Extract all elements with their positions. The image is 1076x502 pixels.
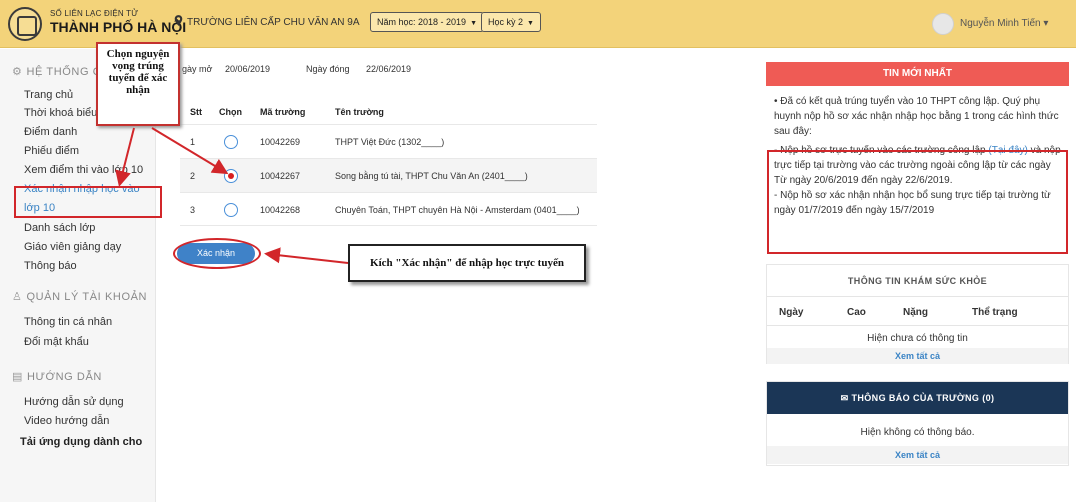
sidebar-section-guide: ▤ HƯỚNG DẪN [12,370,102,383]
health-col-weight: Nặng [903,307,928,318]
school-notice-count: (0) [982,393,995,403]
table-row: 2 10042267 Song bằng tú tài, THPT Chu Vă… [180,158,597,192]
school-notice-title: ✉ THÔNG BÁO CỦA TRƯỜNG (0) [767,382,1068,414]
sidebar-item-highlight [14,186,162,218]
table-row: 1 10042269 THPT Việt Đức (1302____) [180,124,597,158]
news-highlight [767,150,1068,254]
open-date-value: 20/06/2019 [225,64,271,74]
close-date-value: 22/06/2019 [366,64,412,74]
health-empty-text: Hiện chưa có thông tin [867,333,968,344]
health-info-title: THÔNG TIN KHÁM SỨC KHỎE [767,265,1068,297]
health-view-all-link[interactable]: Xem tất cả [767,348,1068,364]
sidebar-item-user-guide[interactable]: Hướng dẫn sử dụng [24,396,124,408]
sidebar-item-home[interactable]: Trang chủ [24,89,73,101]
news-intro: • Đã có kết quả trúng tuyển vào 10 THPT … [774,96,1059,137]
sidebar-item-timetable[interactable]: Thời khoá biểu [24,107,97,119]
notice-view-all-link[interactable]: Xem tất cả [767,446,1068,464]
health-col-condition: Thể trạng [972,307,1018,318]
sidebar-item-attendance[interactable]: Điểm danh [24,126,77,138]
row-school-name: Chuyên Toán, THPT chuyên Hà Nội - Amster… [335,205,580,215]
open-date-label: gày mở [182,64,213,74]
school-year-value: Năm học: 2018 - 2019 [377,17,467,27]
close-date-label: Ngày đóng [306,64,350,74]
sidebar-section-account: ♙ QUẢN LÝ TÀI KHOẢN [12,290,147,303]
city-logo-icon[interactable] [8,7,42,41]
arrow-to-confirm [264,247,349,264]
school-choice-radio[interactable] [224,203,238,217]
top-header: SỐ LIÊN LẠC ĐIỆN TỬ THÀNH PHỐ HÀ NỘI TRƯ… [0,0,1076,48]
confirm-button-highlight [173,238,261,269]
sidebar-section-guide-label: HƯỚNG DẪN [27,371,102,383]
term-select[interactable]: Học kỳ 2 ▼ [481,12,541,32]
envelope-icon: ✉ [840,393,849,403]
user-icon: ♙ [12,291,23,303]
user-caret-icon: ▾ [1043,18,1049,29]
row-stt: 2 [190,171,196,181]
row-school-name: Song bằng tú tài, THPT Chu Văn An (2401_… [335,171,528,181]
callout-line: Chọn nguyện [106,48,170,60]
sidebar-item-grade10-scores[interactable]: Xem điểm thi vào lớp 10 [24,164,143,176]
school-notice-panel: ✉ THÔNG BÁO CỦA TRƯỜNG (0) Hiện không có… [766,381,1069,466]
row-school-code: 10042267 [260,171,301,181]
column-header-school-code: Mã trường [260,107,306,117]
divider [767,325,1068,326]
book-icon: ▤ [12,371,23,383]
avatar[interactable] [932,13,954,35]
school-choice-radio[interactable] [224,135,238,149]
school-year-select[interactable]: Năm học: 2018 - 2019 ▼ [370,12,484,32]
chevron-down-icon: ▼ [527,20,534,27]
brand-title[interactable]: THÀNH PHỐ HÀ NỘI [50,19,186,35]
callout-line: vọng trúng [112,60,164,72]
callout-line: tuyển để xác [108,72,168,84]
row-school-code: 10042269 [260,137,301,147]
sidebar-section-account-label: QUẢN LÝ TÀI KHOẢN [26,291,148,303]
school-name: TRƯỜNG LIÊN CẤP CHU VĂN AN 9A [174,15,360,28]
brand-subtitle: SỐ LIÊN LẠC ĐIỆN TỬ [50,9,139,18]
sidebar-item-video-guide[interactable]: Video hướng dẫn [24,415,109,427]
download-app-label: Tải ứng dụng dành cho [20,436,143,448]
latest-news-title: TIN MỚI NHẤT [766,62,1069,86]
sidebar-item-notifications[interactable]: Thông báo [24,260,77,272]
school-notice-title-text: THÔNG BÁO CỦA TRƯỜNG [851,393,980,403]
row-school-code: 10042268 [260,205,301,215]
gear-icon: ⚙ [12,66,23,78]
table-row: 3 10042268 Chuyên Toán, THPT chuyên Hà N… [180,192,597,226]
term-value: Học kỳ 2 [488,17,524,27]
health-col-date: Ngày [779,307,804,318]
sidebar-item-class-list[interactable]: Danh sách lớp [24,222,95,234]
sidebar-item-report-card[interactable]: Phiếu điểm [24,145,79,157]
choose-school-callout: Chọn nguyện vọng trúng tuyển để xác nhận [96,42,180,126]
user-name: Nguyễn Minh Tiến [960,18,1041,29]
column-header-stt: Stt [190,107,202,117]
column-header-choose: Chọn [219,107,242,117]
row-stt: 1 [190,137,196,147]
sidebar-item-teachers[interactable]: Giáo viên giảng dạy [24,241,121,253]
school-name-text: TRƯỜNG LIÊN CẤP CHU VĂN AN 9A [187,17,360,28]
health-col-height: Cao [847,307,866,318]
notice-empty-text: Hiện không có thông báo. [860,427,975,438]
callout-line: nhận [126,84,150,96]
sidebar-item-profile[interactable]: Thông tin cá nhân [24,316,112,328]
row-school-name: THPT Việt Đức (1302____) [335,137,445,147]
row-stt: 3 [190,205,196,215]
health-info-panel: THÔNG TIN KHÁM SỨC KHỎE Ngày Cao Nặng Th… [766,264,1069,364]
user-name-wrap: Nguyễn Minh Tiến ▾ [960,18,1048,29]
school-choice-radio-selected[interactable] [224,169,238,183]
chevron-down-icon: ▼ [470,20,477,27]
confirm-hint-callout: Kích "Xác nhận" để nhập học trực tuyến [348,244,586,282]
sidebar-item-change-password[interactable]: Đổi mật khẩu [24,336,89,348]
map-pin-icon [174,15,183,26]
column-header-school-name: Tên trường [335,107,384,117]
